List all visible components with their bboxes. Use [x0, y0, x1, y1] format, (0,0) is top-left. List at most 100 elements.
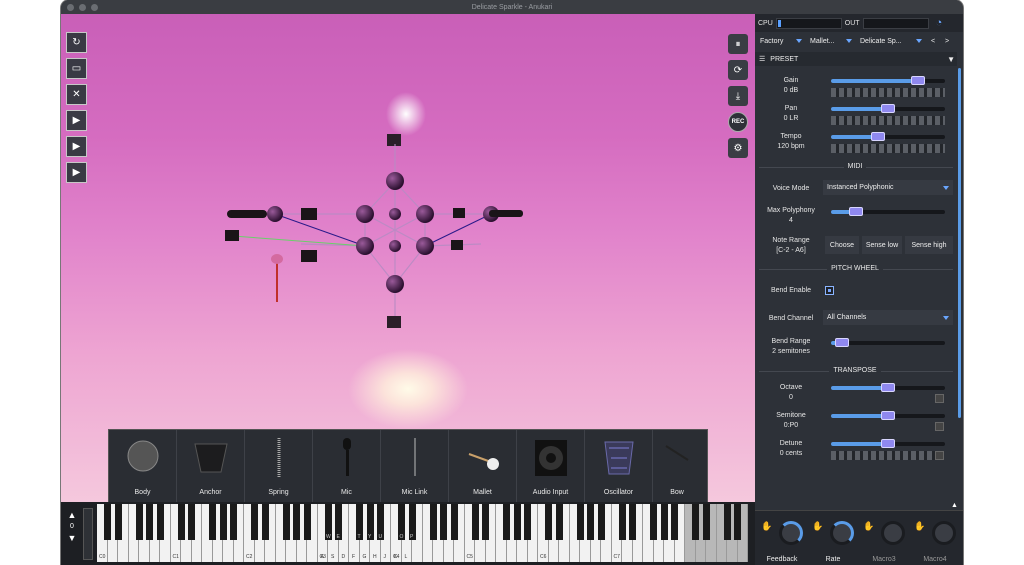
black-key[interactable] — [734, 504, 741, 540]
macro-feedback[interactable]: ✋ Feedback — [757, 517, 807, 565]
black-key[interactable] — [587, 504, 594, 540]
detune-modulation[interactable] — [831, 451, 935, 460]
reset-button[interactable]: ⟳ — [728, 60, 748, 80]
black-key[interactable] — [671, 504, 678, 540]
tempo-modulation[interactable] — [831, 144, 945, 153]
camera-orbit-button[interactable]: ▶ — [66, 162, 87, 183]
black-key[interactable] — [261, 504, 269, 540]
black-key[interactable] — [429, 504, 437, 540]
scene-viewport[interactable]: ↻ ▭ ✕ ▶ ▶ ▶ ⏸ ⟳ ⤓ REC ⚙ Body Anchor Spri… — [61, 14, 755, 509]
black-key[interactable] — [576, 504, 584, 540]
macro-dial[interactable] — [932, 521, 956, 545]
camera-move-button[interactable]: ▶ — [66, 136, 87, 157]
sense-low-button[interactable]: Sense low — [862, 236, 902, 254]
macro-4[interactable]: ✋ Macro4 — [910, 517, 960, 565]
palette-item-oscillator[interactable]: Oscillator — [585, 430, 653, 502]
voice-mode-dropdown[interactable]: Instanced Polyphonic — [823, 180, 953, 195]
black-key[interactable] — [282, 504, 290, 540]
black-key[interactable] — [177, 504, 185, 540]
detune-slider[interactable] — [831, 439, 945, 448]
detune-mod-toggle[interactable] — [935, 451, 944, 460]
tempo-slider[interactable] — [831, 132, 945, 141]
bend-channel-dropdown[interactable]: All Channels — [823, 310, 953, 325]
black-key[interactable] — [503, 504, 510, 540]
record-button[interactable]: REC — [728, 112, 748, 132]
palette-item-bow[interactable]: Bow — [653, 430, 701, 502]
piano-keys[interactable]: C0 C1 C2 C3 C4 C5 C6 C7 A S D F G H J K L W E T Y U O P — [97, 504, 755, 562]
black-key[interactable] — [482, 504, 489, 540]
black-key[interactable] — [524, 504, 531, 540]
black-key[interactable] — [692, 504, 699, 540]
octave-mod-toggle[interactable] — [935, 394, 944, 403]
gain-slider[interactable] — [831, 76, 945, 85]
octave-down-button[interactable]: ▼ — [68, 533, 77, 543]
semitone-slider[interactable] — [831, 411, 945, 420]
black-key[interactable] — [650, 504, 657, 540]
macro-dial[interactable] — [881, 521, 905, 545]
close-window-button[interactable] — [67, 4, 74, 11]
camera-off-button[interactable]: ✕ — [66, 84, 87, 105]
black-key[interactable] — [471, 504, 479, 540]
black-key[interactable] — [135, 504, 143, 540]
panel-scrollbar[interactable] — [958, 68, 961, 418]
black-key[interactable] — [251, 504, 258, 540]
gain-modulation[interactable] — [831, 88, 945, 97]
macro-dial[interactable] — [779, 521, 803, 545]
bend-enable-checkbox[interactable] — [825, 286, 834, 295]
black-key[interactable] — [303, 504, 311, 540]
select-tool-button[interactable]: ↻ — [66, 32, 87, 53]
sense-high-button[interactable]: Sense high — [905, 236, 953, 254]
export-button[interactable]: ⤓ — [728, 86, 748, 106]
camera-add-button[interactable]: ▶ — [66, 110, 87, 131]
palette-item-mic[interactable]: Mic — [313, 430, 381, 502]
black-key[interactable] — [597, 504, 605, 540]
black-key[interactable] — [156, 504, 164, 540]
black-key[interactable] — [618, 504, 626, 540]
category-dropdown[interactable]: Mallet... — [807, 34, 855, 48]
minimize-window-button[interactable] — [79, 4, 86, 11]
octave-up-button[interactable]: ▲ — [68, 510, 77, 520]
bend-range-slider[interactable] — [831, 338, 945, 347]
black-key[interactable] — [146, 504, 153, 540]
black-key[interactable] — [293, 504, 300, 540]
black-key[interactable] — [723, 504, 731, 540]
black-key[interactable] — [513, 504, 521, 540]
palette-item-spring[interactable]: Spring — [245, 430, 313, 502]
octave-slider[interactable] — [831, 383, 945, 392]
collapse-icon[interactable]: ▲ — [951, 502, 958, 509]
macro-rate[interactable]: ✋ Rate — [808, 517, 858, 565]
pause-button[interactable]: ⏸ — [728, 34, 748, 54]
black-key[interactable] — [555, 504, 563, 540]
black-key[interactable] — [219, 504, 227, 540]
palette-item-anchor[interactable]: Anchor — [177, 430, 245, 502]
macro-dial[interactable] — [830, 521, 854, 545]
palette-item-mallet[interactable]: Mallet — [449, 430, 517, 502]
screen-tool-button[interactable]: ▭ — [66, 58, 87, 79]
bank-dropdown[interactable]: Factory — [757, 34, 805, 48]
black-key[interactable] — [230, 504, 237, 540]
black-key[interactable] — [104, 504, 111, 540]
black-key[interactable] — [660, 504, 668, 540]
pan-slider[interactable] — [831, 104, 945, 113]
preset-dropdown[interactable]: Delicate Sp... — [857, 34, 925, 48]
black-key[interactable] — [114, 504, 122, 540]
black-key[interactable] — [702, 504, 710, 540]
semitone-mod-toggle[interactable] — [935, 422, 944, 431]
palette-item-body[interactable]: Body — [109, 430, 177, 502]
black-key[interactable] — [209, 504, 216, 540]
prev-preset-button[interactable]: < — [927, 38, 939, 45]
next-preset-button[interactable]: > — [941, 38, 953, 45]
black-key[interactable] — [450, 504, 458, 540]
settings-button[interactable]: ⚙ — [728, 138, 748, 158]
black-key[interactable] — [545, 504, 552, 540]
black-key[interactable] — [629, 504, 636, 540]
pan-modulation[interactable] — [831, 116, 945, 125]
filter-icon[interactable]: ▼ — [947, 55, 955, 64]
black-key[interactable] — [188, 504, 195, 540]
black-key[interactable] — [440, 504, 447, 540]
macro-3[interactable]: ✋ Macro3 — [859, 517, 909, 565]
max-polyphony-slider[interactable] — [831, 207, 945, 216]
palette-item-audio-input[interactable]: Audio Input — [517, 430, 585, 502]
palette-item-mic-link[interactable]: Mic Link — [381, 430, 449, 502]
preset-section-header[interactable]: ☰ PRESET ▼ — [755, 52, 957, 66]
